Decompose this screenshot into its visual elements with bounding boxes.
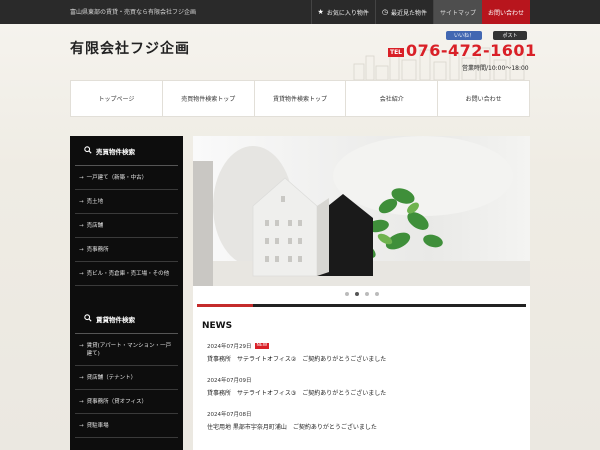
sidebar-heading-sale-label: 売買物件検索 xyxy=(96,147,135,156)
sidebar-item-label: 売事務所 xyxy=(86,247,109,253)
news-date: 2024年07月29日 NEW xyxy=(207,342,522,350)
sidebar-item-label: 貸駐車場 xyxy=(86,423,109,429)
arrow-right-icon: → xyxy=(79,271,84,277)
sidebar-heading-sale: 売買物件検索 xyxy=(75,136,178,166)
news-text[interactable]: 貸事務所 サテライトオフィス③ ご契約ありがとうございました xyxy=(207,388,522,397)
slider-dot[interactable] xyxy=(374,292,379,296)
utility-links: ★ お気に入り物件 ◷ 最近見た物件 サイトマップ お問い合わせ xyxy=(310,0,530,24)
sidebar-item-office[interactable]: → 売事務所 xyxy=(75,238,178,262)
sidebar-item-label: 賃貸(アパート・マンション・一戸建て) xyxy=(86,343,172,357)
history-icon: ◷ xyxy=(381,8,388,16)
sidebar-item-label: 貸店舗（テナント） xyxy=(86,375,137,381)
arrow-right-icon: → xyxy=(79,199,84,205)
news-date-text: 2024年07月09日 xyxy=(207,378,252,384)
search-icon xyxy=(84,313,92,324)
sidebar-item-land[interactable]: → 売土地 xyxy=(75,190,178,214)
sidebar-item-house[interactable]: → 一戸建て（新築・中古） xyxy=(75,166,178,190)
arrow-right-icon: → xyxy=(79,343,84,349)
news-item[interactable]: 2024年07月08日 住宅用地 黒部市宇奈月町浦山 ご契約ありがとうございまし… xyxy=(207,410,522,444)
sidebar-item-label: 売店舗 xyxy=(86,223,104,229)
nav-item-top[interactable]: トップページ xyxy=(71,81,163,116)
news-date-text: 2024年07月08日 xyxy=(207,412,252,418)
news-item[interactable]: 2024年07月29日 NEW 貸事務所 サテライトオフィス② ご契約ありがとう… xyxy=(207,342,522,376)
sidebar-item-label: 売土地 xyxy=(86,199,104,205)
slider-progress-fill xyxy=(197,304,253,307)
sidebar: 売買物件検索 → 一戸建て（新築・中古） → 売土地 → 売店舗 → 売事務所 … xyxy=(70,136,183,450)
search-icon xyxy=(84,145,92,156)
favorites-label: お気に入り物件 xyxy=(326,9,369,17)
arrow-right-icon: → xyxy=(79,175,84,181)
news-text[interactable]: 住宅用地 黒部市宇奈月町浦山 ご契約ありがとうございました xyxy=(207,422,522,431)
nav-item-sale-search[interactable]: 売買物件検索トップ xyxy=(163,81,255,116)
nav-item-contact[interactable]: お問い合わせ xyxy=(438,81,529,116)
main-content: NEWS 2024年07月29日 NEW 貸事務所 サテライトオフィス② ご契約… xyxy=(193,136,530,450)
recently-viewed-label: 最近見た物件 xyxy=(390,9,427,17)
nav-item-rent-search[interactable]: 賃貸物件検索トップ xyxy=(255,81,347,116)
arrow-right-icon: → xyxy=(79,375,84,381)
slider-dot[interactable] xyxy=(344,292,349,296)
nav-item-company[interactable]: 会社紹介 xyxy=(346,81,439,116)
house-figurines-image xyxy=(213,136,530,286)
sidebar-item-label: 売ビル・売倉庫・売工場・その他 xyxy=(86,271,170,277)
sidebar-item-shop[interactable]: → 売店舗 xyxy=(75,214,178,238)
slider-dot[interactable] xyxy=(364,292,369,296)
facebook-like-button[interactable]: いいね！ xyxy=(446,31,482,40)
favorites-link[interactable]: ★ お気に入り物件 xyxy=(310,0,375,24)
sidebar-item-rental-shop[interactable]: → 貸店舗（テナント） xyxy=(75,366,178,390)
sidebar-item-rental-housing[interactable]: → 賃貸(アパート・マンション・一戸建て) xyxy=(75,334,178,366)
hero-slider[interactable] xyxy=(193,136,530,286)
sidebar-heading-rent-label: 賃貸物件検索 xyxy=(96,315,135,324)
x-post-button[interactable]: ポスト xyxy=(493,31,527,40)
x-post-label: ポスト xyxy=(502,33,518,39)
arrow-right-icon: → xyxy=(79,399,84,405)
arrow-right-icon: → xyxy=(79,247,84,253)
sidebar-item-building[interactable]: → 売ビル・売倉庫・売工場・その他 xyxy=(75,262,178,286)
recently-viewed-link[interactable]: ◷ 最近見た物件 xyxy=(374,0,433,24)
tel-badge: TEL xyxy=(388,48,404,57)
news-date: 2024年07月09日 xyxy=(207,376,522,384)
sidebar-item-rental-office[interactable]: → 貸事務所（貸オフィス） xyxy=(75,390,178,414)
contact-link-top[interactable]: お問い合わせ xyxy=(481,0,530,24)
news-item[interactable]: 2024年07月09日 貸事務所 サテライトオフィス③ ご契約ありがとうございま… xyxy=(207,376,522,410)
news-list: 2024年07月29日 NEW 貸事務所 サテライトオフィス② ご契約ありがとう… xyxy=(207,342,522,444)
arrow-right-icon: → xyxy=(79,423,84,429)
sidebar-item-parking[interactable]: → 貸駐車場 xyxy=(75,414,178,438)
slider-dots xyxy=(193,288,530,300)
company-logo[interactable]: 有限会社フジ企画 xyxy=(70,38,190,58)
sidebar-heading-rent: 賃貸物件検索 xyxy=(75,304,178,334)
sidebar-item-label: 貸事務所（貸オフィス） xyxy=(86,399,148,405)
facebook-like-label: いいね！ xyxy=(453,33,474,39)
news-date-text: 2024年07月29日 xyxy=(207,344,252,350)
business-hours: 営業時間/10:00～18:00 xyxy=(462,65,529,72)
star-icon: ★ xyxy=(317,8,324,16)
slider-dot-active[interactable] xyxy=(354,292,359,296)
news-text[interactable]: 貸事務所 サテライトオフィス② ご契約ありがとうございました xyxy=(207,354,522,363)
phone-number[interactable]: 076-472-1601 xyxy=(406,41,537,60)
sitemap-link[interactable]: サイトマップ xyxy=(432,0,482,24)
arrow-right-icon: → xyxy=(79,223,84,229)
global-nav: トップページ 売買物件検索トップ 賃貸物件検索トップ 会社紹介 お問い合わせ xyxy=(70,80,530,117)
news-heading: NEWS xyxy=(202,321,233,331)
site-tagline: 富山県東部の賃貸・売買なら有限会社フジ企画 xyxy=(70,9,197,16)
news-date: 2024年07月08日 xyxy=(207,410,522,418)
top-bar: 富山県東部の賃貸・売買なら有限会社フジ企画 ★ お気に入り物件 ◷ 最近見た物件… xyxy=(0,0,600,24)
new-badge: NEW xyxy=(254,343,270,349)
sidebar-item-label: 一戸建て（新築・中古） xyxy=(86,175,148,181)
slider-progress-bar xyxy=(197,304,526,307)
